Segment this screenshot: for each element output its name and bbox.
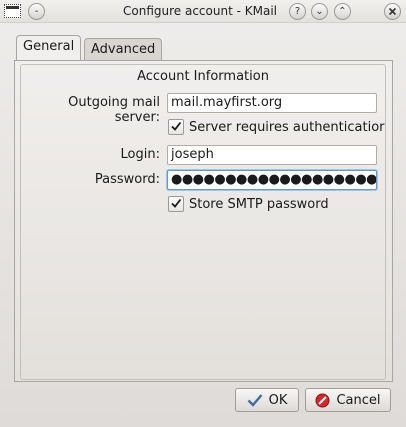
- cancel-label: Cancel: [336, 392, 381, 408]
- login-input[interactable]: joseph: [167, 145, 377, 165]
- cancel-icon: [315, 393, 330, 408]
- checkmark-icon: [171, 121, 182, 131]
- group-title: Account Information: [137, 69, 269, 84]
- password-label: Password:: [94, 172, 160, 187]
- password-input[interactable]: ●●●●●●●●●●●●●●●●●●●: [167, 170, 377, 190]
- auth-checkbox-row[interactable]: Server requires authenticatior: [168, 119, 385, 135]
- maximize-button[interactable]: ⌃: [334, 3, 351, 20]
- store-password-checkbox[interactable]: [168, 196, 184, 212]
- ok-label: OK: [268, 392, 288, 408]
- tab-general[interactable]: General: [16, 35, 82, 60]
- store-password-label: Store SMTP password: [189, 196, 329, 212]
- ok-button[interactable]: OK: [235, 388, 299, 412]
- close-icon: [388, 7, 397, 16]
- tab-advanced[interactable]: Advanced: [84, 38, 163, 61]
- options-glyph: -: [34, 6, 39, 17]
- close-button[interactable]: [384, 3, 401, 20]
- maximize-glyph: ⌃: [338, 6, 347, 17]
- server-label: Outgoing mail server:: [68, 95, 160, 125]
- help-glyph: ?: [294, 6, 301, 17]
- help-button[interactable]: ?: [289, 3, 306, 20]
- ok-check-icon: [247, 393, 263, 407]
- title-bar[interactable]: - Configure account - KMail ? ⌄ ⌃: [0, 0, 406, 23]
- server-value: mail.mayfirst.org: [171, 95, 283, 110]
- store-password-checkbox-row[interactable]: Store SMTP password: [168, 196, 329, 212]
- window-menu-icon[interactable]: [4, 4, 21, 18]
- window-title: Configure account - KMail: [123, 4, 277, 18]
- checkmark-icon: [171, 198, 182, 208]
- login-label: Login:: [120, 147, 160, 162]
- password-value: ●●●●●●●●●●●●●●●●●●●: [171, 172, 377, 187]
- auth-checkbox[interactable]: [168, 119, 184, 135]
- cancel-button[interactable]: Cancel: [305, 388, 391, 412]
- login-value: joseph: [171, 147, 214, 162]
- minimize-button[interactable]: ⌄: [311, 3, 328, 20]
- tab-general-label: General: [23, 39, 75, 54]
- auth-label: Server requires authenticatior: [189, 119, 385, 135]
- tab-advanced-label: Advanced: [91, 42, 156, 57]
- minimize-glyph: ⌄: [315, 6, 324, 17]
- server-input[interactable]: mail.mayfirst.org: [167, 93, 377, 113]
- options-button[interactable]: -: [28, 3, 45, 20]
